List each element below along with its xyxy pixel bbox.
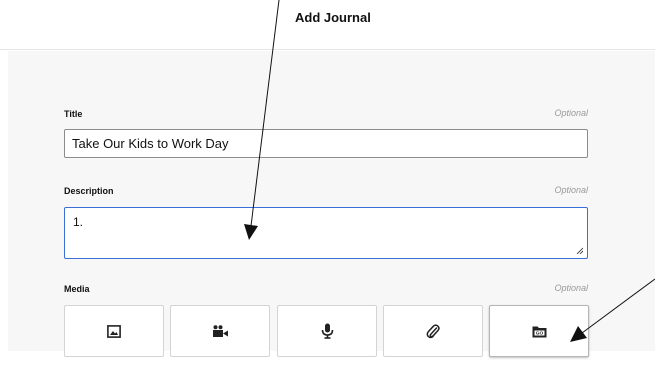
image-icon [107, 324, 121, 338]
add-audio-button[interactable] [277, 305, 377, 357]
description-text: 1. [73, 215, 84, 229]
media-label: Media [64, 284, 90, 294]
page-header: Add Journal [0, 0, 655, 50]
description-optional-hint: Optional [554, 185, 588, 195]
video-camera-icon [212, 324, 228, 337]
resize-handle-icon[interactable] [576, 247, 583, 254]
description-textarea[interactable]: 1. [64, 207, 588, 259]
title-label: Title [64, 109, 83, 119]
add-attachment-button[interactable] [383, 305, 483, 357]
svg-text:GO: GO [535, 330, 543, 336]
paperclip-icon [426, 324, 440, 339]
add-go-folder-button[interactable]: GO [489, 305, 589, 357]
add-video-button[interactable] [170, 305, 270, 357]
title-optional-hint: Optional [554, 108, 588, 118]
title-input[interactable]: Take Our Kids to Work Day [64, 129, 588, 158]
go-folder-icon: GO [532, 326, 546, 337]
microphone-icon [321, 323, 333, 339]
media-optional-hint: Optional [554, 283, 588, 293]
page-title: Add Journal [295, 10, 371, 25]
add-image-button[interactable] [64, 305, 164, 357]
description-label: Description [64, 186, 114, 196]
